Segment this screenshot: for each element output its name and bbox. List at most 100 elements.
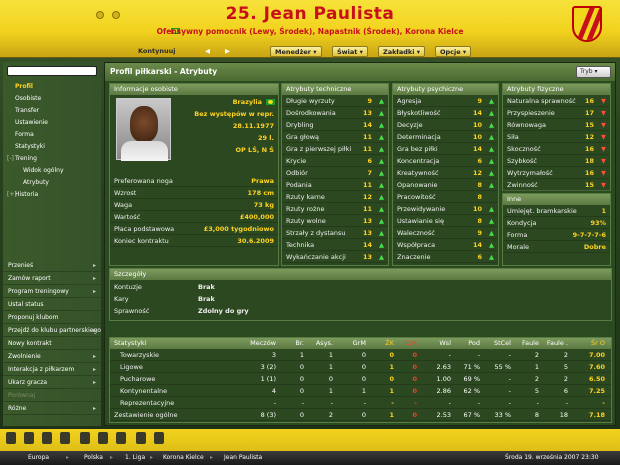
menu-item-form[interactable]: Forma <box>15 131 34 138</box>
chevron-right-icon: ▸ <box>92 288 96 295</box>
action-order-report[interactable]: Zamów raport ▸ <box>3 273 101 285</box>
table-cell: 7.18 <box>588 411 605 419</box>
action-offer-clubs[interactable]: Proponuj klubom <box>3 312 101 324</box>
action-partner-club[interactable]: Przejdź do klubu partnerskiego ▸ <box>3 325 101 337</box>
table-cell: 1 <box>389 363 394 371</box>
menu-item-overview[interactable]: Widok ogólny <box>23 167 64 174</box>
column-header[interactable]: CzK <box>405 339 417 347</box>
squad-icon[interactable] <box>24 432 34 444</box>
action-compare[interactable]: Porównaj <box>3 390 101 402</box>
menu-item-training[interactable]: Trening <box>15 155 37 162</box>
action-release[interactable]: Zwolnienie ▸ <box>3 351 101 363</box>
attribute-label: Szybkość <box>507 157 537 165</box>
table-cell: - <box>477 351 480 359</box>
attribute-value: 7 <box>367 169 372 177</box>
column-header[interactable]: Wsl <box>439 339 451 347</box>
sidebar: Profil Osobiste Transfer Ustawienie Form… <box>3 62 101 426</box>
nationality[interactable]: Brazylia <box>233 98 262 106</box>
action-set-status[interactable]: Ustal status <box>3 299 101 311</box>
action-move[interactable]: Przenieś ▸ <box>3 260 101 272</box>
bookmarks-menu[interactable]: Zakładki ▾ <box>378 46 425 57</box>
world-menu-label: Świat <box>337 48 358 56</box>
action-fine[interactable]: Ukarz gracza ▸ <box>3 377 101 389</box>
attribute-label: Równowaga <box>507 121 547 129</box>
attribute-label: Zwinność <box>507 181 538 189</box>
options-menu[interactable]: Opcje ▾ <box>435 46 472 57</box>
column-header[interactable]: Śr O <box>591 339 605 347</box>
table-row[interactable]: Pucharowe 1 (1) 0 0 0 0 0 1.00 69 % - 2 2 6.50 <box>110 374 611 385</box>
menu-item-settings[interactable]: Ustawienie <box>15 119 48 126</box>
continue-button[interactable]: Kontynuuj <box>138 47 175 55</box>
column-header[interactable]: StCel <box>494 339 511 347</box>
panel-header: Atrybuty techniczne <box>282 84 388 95</box>
tactics-icon[interactable] <box>42 432 52 444</box>
position-code: OP LŚ, N Ś <box>235 146 275 154</box>
forward-arrow-icon[interactable]: ▶ <box>225 47 230 55</box>
table-row[interactable]: Kontynentalne 4 0 1 1 1 0 2.86 62 % - 5 6 7.25 <box>110 386 611 397</box>
table-row[interactable]: Zestawienie ogólne 8 (3) 0 2 0 1 0 2.53 67 % 33 %… <box>110 410 611 421</box>
row-value: Zdolny do gry <box>198 307 249 315</box>
world-menu[interactable]: Świat ▾ <box>332 46 368 57</box>
manager-menu[interactable]: Menedżer ▾ <box>270 46 322 57</box>
trend-up-icon: ▲ <box>379 253 384 261</box>
attribute-value: 15 <box>584 181 594 189</box>
column-header[interactable]: Pod <box>468 339 480 347</box>
table-cell: - <box>414 399 417 407</box>
column-header[interactable]: Faule <box>522 339 539 347</box>
column-header[interactable]: Meczów <box>250 339 276 347</box>
table-cell: 2 <box>563 375 568 383</box>
column-header[interactable]: GrM <box>353 339 366 347</box>
table-row[interactable]: Ligowe 3 (2) 0 1 0 1 0 2.63 71 % 55 % 1 5 7.60 <box>110 362 611 373</box>
trend-down-icon: ▼ <box>601 133 606 141</box>
attribute-value: 14 <box>472 145 482 153</box>
menu-item-attributes[interactable]: Atrybuty <box>23 179 49 186</box>
attribute-label: Siła <box>507 133 519 141</box>
attribute-label: Rzuty wolne <box>286 217 326 225</box>
breadcrumb-item[interactable]: Jean Paulista <box>224 454 262 461</box>
menu-item-transfer[interactable]: Transfer <box>15 107 39 114</box>
collapse-icon[interactable]: [-] <box>7 155 14 162</box>
attribute-row: Rzuty karne 12 ▲ <box>282 192 388 203</box>
table-row[interactable]: Reprezentacyjne - - - - - - - - - - - - <box>110 398 611 409</box>
table-row[interactable]: Towarzyskie 3 1 1 0 0 0 - - - 2 2 7.00 <box>110 350 611 361</box>
action-interaction[interactable]: Interakcja z piłkarzem ▸ <box>3 364 101 376</box>
attribute-label: Agresja <box>397 97 422 105</box>
action-label: Ustal status <box>8 301 44 308</box>
menu-item-history[interactable]: Historia <box>15 191 38 198</box>
column-header[interactable]: Statystyki <box>114 339 146 347</box>
breadcrumb-item[interactable]: Korona Kielce <box>163 454 204 461</box>
trend-up-icon: ▲ <box>379 133 384 141</box>
calendar-icon[interactable] <box>98 432 108 444</box>
breadcrumb-item[interactable]: Polska <box>84 454 103 461</box>
trophy-icon[interactable] <box>80 432 90 444</box>
column-header[interactable]: Asys. <box>316 339 333 347</box>
action-label: Interakcja z piłkarzem <box>8 366 75 373</box>
breadcrumb-item[interactable]: Europa <box>28 454 49 461</box>
table-cell: 5 <box>563 363 568 371</box>
column-header[interactable]: Br. <box>295 339 304 347</box>
training-icon[interactable] <box>60 432 70 444</box>
action-misc[interactable]: Różne ▸ <box>3 403 101 415</box>
table-cell: - <box>273 399 276 407</box>
table-cell: 7.00 <box>588 351 605 359</box>
scout-icon[interactable] <box>154 432 164 444</box>
table-cell: 1 <box>389 411 394 419</box>
search-input[interactable] <box>7 66 97 76</box>
action-new-contract[interactable]: Nowy kontrakt <box>3 338 101 350</box>
breadcrumb-item[interactable]: 1. Liga <box>125 454 145 461</box>
trend-up-icon: ▲ <box>489 145 494 153</box>
back-arrow-icon[interactable]: ◀ <box>205 47 210 55</box>
home-icon[interactable] <box>6 432 16 444</box>
menu-item-profile[interactable]: Profil <box>15 83 33 90</box>
action-training-program[interactable]: Program treningowy ▸ <box>3 286 101 298</box>
menu-item-statistics[interactable]: Statystyki <box>15 143 45 150</box>
table-cell: 0 <box>389 375 394 383</box>
column-header[interactable]: ŻK <box>385 339 394 347</box>
column-header[interactable]: Faule . <box>547 339 568 347</box>
menu-item-personal[interactable]: Osobiste <box>15 95 41 102</box>
attribute-value: 11 <box>362 133 372 141</box>
mode-dropdown[interactable]: Tryb ▾ <box>576 66 611 78</box>
finances-icon[interactable] <box>116 432 126 444</box>
news-icon[interactable] <box>136 432 146 444</box>
bottom-bar: Europa ▸ Polska ▸ 1. Liga ▸ Korona Kielc… <box>0 429 620 465</box>
